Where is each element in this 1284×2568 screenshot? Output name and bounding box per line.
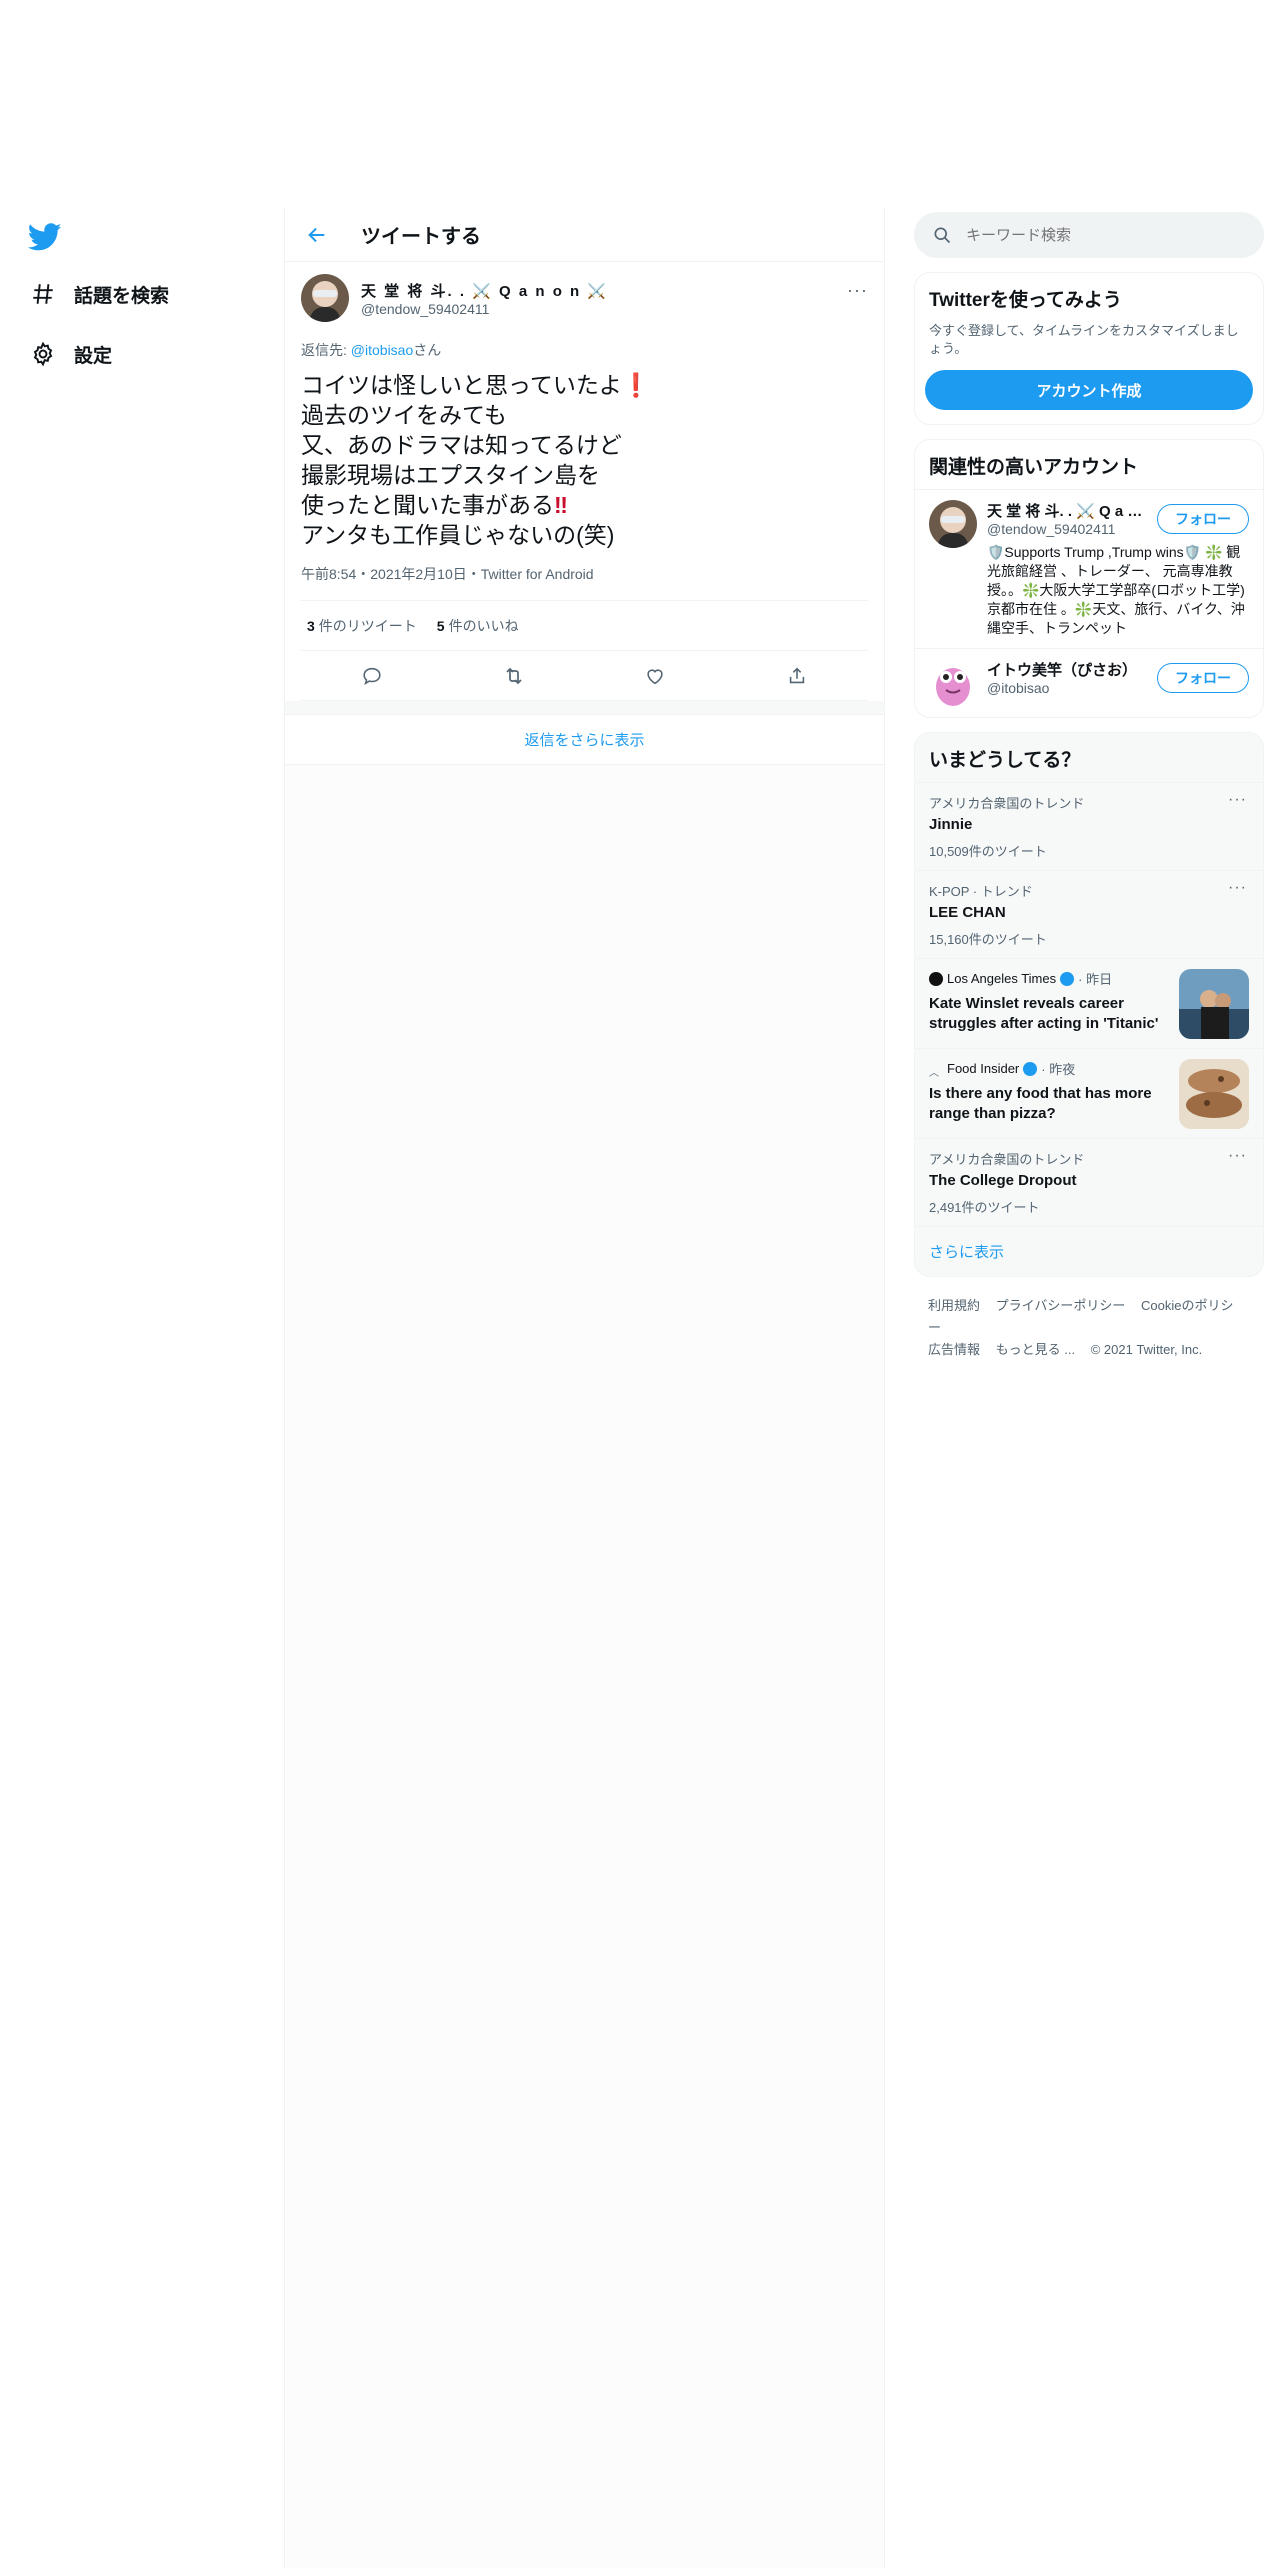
trend-count: 10,509件のツイート [929,844,1047,859]
trend-context: K-POP · トレンド [929,884,1033,899]
page-title: ツイートする [361,226,481,248]
show-more-trends-link[interactable]: さらに表示 [915,1226,1263,1276]
trend-name: The College Dropout [929,1172,1077,1189]
tweet-detail: 天 堂 将 斗. . ⚔️ Q a n o n ⚔️ @tendow_59402… [285,262,884,701]
tweet-text: コイツは怪しいと思っていたよ❗ 過去のツイをみても 又、あのドラマは知ってるけど… [301,370,868,550]
signup-description: 今すぐ登録して、タイムラインをカスタマイズしましょう。 [929,323,1239,356]
tweet-line: 過去のツイをみても [301,402,507,428]
create-account-button[interactable]: アカウント作成 [925,370,1253,410]
tweet-actions [301,651,868,701]
news-source: Food Insider [947,1061,1020,1076]
more-options-icon[interactable]: ··· [1228,791,1247,809]
show-more-replies-button[interactable]: 返信をさらに表示 [285,715,884,765]
avatar[interactable] [301,274,349,322]
verified-badge-icon [1060,971,1075,986]
follow-button[interactable]: フォロー [1157,663,1249,693]
news-thumbnail [1179,969,1249,1039]
news-headline: Kate Winslet reveals career struggles af… [929,995,1159,1032]
account-bio: 🛡️Supports Trump ,Trump wins🛡️ ❇️ 観光旅館経営… [987,544,1245,636]
avatar[interactable] [929,659,977,707]
news-time: · 昨夜 [1041,1062,1076,1077]
twitter-logo-icon[interactable] [27,220,62,254]
author-display-name: 天 堂 将 斗. . ⚔️ Q a n o n ⚔️ [361,282,609,300]
footer-link-privacy[interactable]: プライバシーポリシー [996,1298,1126,1313]
tweet-line: アンタも工作員じゃないの(笑) [301,522,615,548]
tweet-line: 使ったと聞いた事がある [301,492,554,518]
trends-card: いまどうしてる？ アメリカ合衆国のトレンド Jinnie 10,509件のツイー… [914,732,1264,1277]
search-box[interactable] [914,212,1264,258]
search-icon [932,225,952,245]
account-display-name: 天 堂 将 斗. . ⚔️ Q a n o n ⚔️ [987,503,1147,520]
hashtag-icon [28,279,58,309]
news-thumbnail [1179,1059,1249,1129]
page-header: ツイートする [285,208,884,262]
like-count[interactable]: 5 件のいいね [437,616,519,636]
nav-explore[interactable]: 話題を検索 [28,274,169,314]
trend-count: 2,491件のツイート [929,1200,1040,1215]
news-headline: Is there any food that has more range th… [929,1085,1152,1122]
right-sidebar: Twitterを使ってみよう 今すぐ登録して、タイムラインをカスタマイズしましょ… [914,212,1264,1379]
divider [285,701,884,715]
trend-item[interactable]: アメリカ合衆国のトレンド Jinnie 10,509件のツイート ··· [915,782,1263,870]
author-username: @tendow_59402411 [361,300,490,317]
footer-copyright: © 2021 Twitter, Inc. [1090,1342,1203,1357]
exclamation-emoji: ❗ [621,372,651,398]
gear-icon [28,339,58,369]
tweet-timestamp[interactable]: 午前8:54・2021年2月10日・Twitter for Android [301,564,868,601]
trend-item[interactable]: K-POP · トレンド LEE CHAN 15,160件のツイート ··· [915,870,1263,958]
news-time: · 昨日 [1078,972,1113,987]
footer-link-terms[interactable]: 利用規約 [928,1298,980,1313]
trends-title: いまどうしてる？ [929,750,1081,771]
verified-badge-icon [1023,1061,1038,1076]
trend-name: Jinnie [929,816,973,833]
news-source: Los Angeles Times [947,971,1057,986]
more-options-icon[interactable]: ··· [1228,879,1247,897]
signup-title: Twitterを使ってみよう [929,290,1122,311]
account-item[interactable]: イトウ美竿（ぴさお） @itobisao フォロー [915,648,1263,717]
heart-icon[interactable] [635,656,675,696]
trend-context: アメリカ合衆国のトレンド [929,1152,1085,1167]
news-item[interactable]: ︿ Food Insider · 昨夜 Is there any food th… [915,1048,1263,1138]
signup-card: Twitterを使ってみよう 今すぐ登録して、タイムラインをカスタマイズしましょ… [914,272,1264,425]
tweet-author[interactable]: 天 堂 将 斗. . ⚔️ Q a n o n ⚔️ @tendow_59402… [301,272,868,324]
share-icon[interactable] [777,656,817,696]
reply-to-link[interactable]: @itobisao [351,342,413,358]
footer-link-more[interactable]: もっと見る ... [996,1342,1075,1357]
trend-context: アメリカ合衆国のトレンド [929,796,1085,811]
news-item[interactable]: Los Angeles Times · 昨日 Kate Winslet reve… [915,958,1263,1048]
relevant-title: 関連性の高いアカウント [929,457,1139,478]
footer-link-ads[interactable]: 広告情報 [928,1342,980,1357]
reply-to: 返信先: @itobisaoさん [301,340,868,360]
more-options-icon[interactable]: ··· [847,280,868,301]
trend-name: LEE CHAN [929,904,1006,921]
trend-count: 15,160件のツイート [929,932,1047,947]
reply-prefix: 返信先: [301,342,351,358]
nav-settings-label: 設定 [74,345,113,367]
account-display-name: イトウ美竿（ぴさお） [987,662,1138,679]
news-source-logo-icon: ︿ [929,1067,939,1079]
relevant-accounts-card: 関連性の高いアカウント 天 堂 将 斗. . ⚔️ Q a n o n ⚔️ @… [914,439,1264,718]
tweet-line: 撮影現場はエプスタイン島を [301,462,600,488]
footer: 利用規約 プライバシーポリシー Cookieのポリシー 広告情報 もっと見る .… [914,1277,1264,1379]
retweet-count[interactable]: 3 件のリツイート [307,616,417,636]
tweet-line: 又、あのドラマは知ってるけど [301,432,622,458]
retweet-icon[interactable] [494,656,534,696]
tweet-section: ツイートする 天 堂 将 斗. . ⚔️ Q a n o n ⚔️ @tendo… [285,208,884,765]
follow-button[interactable]: フォロー [1157,504,1249,534]
avatar[interactable] [929,500,977,548]
more-options-icon[interactable]: ··· [1228,1147,1247,1165]
double-exclamation-emoji: ‼ [554,492,568,518]
nav-explore-label: 話題を検索 [74,285,170,307]
back-arrow-icon[interactable] [303,221,331,249]
account-item[interactable]: 天 堂 将 斗. . ⚔️ Q a n o n ⚔️ @tendow_59402… [915,489,1263,648]
tweet-stats: 3 件のリツイート 5 件のいいね [301,601,868,651]
news-source-logo-icon [929,971,943,986]
reply-suffix: さん [413,342,442,358]
tweet-line: コイツは怪しいと思っていたよ [301,372,622,398]
search-input[interactable] [966,226,1226,244]
main-column: ツイートする 天 堂 将 斗. . ⚔️ Q a n o n ⚔️ @tendo… [284,208,885,2568]
trend-item[interactable]: アメリカ合衆国のトレンド The College Dropout 2,491件の… [915,1138,1263,1226]
nav-settings[interactable]: 設定 [28,334,112,374]
reply-icon[interactable] [352,656,392,696]
